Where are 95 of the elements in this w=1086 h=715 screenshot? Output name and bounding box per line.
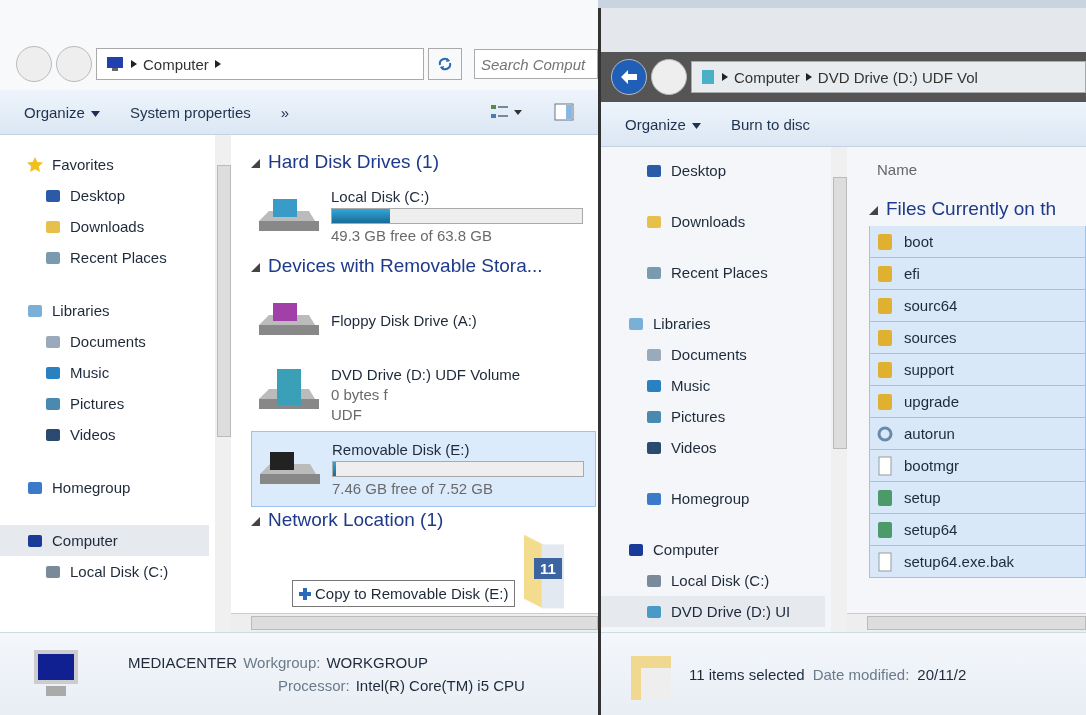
nav-item[interactable]: Local Disk (C:) [601,565,825,596]
group-header[interactable]: Devices with Removable Stora... [251,255,598,277]
file-row[interactable]: setup [869,482,1086,514]
nav-item[interactable]: Music [601,370,825,401]
breadcrumb[interactable]: DVD Drive (D:) UDF Vol [817,68,978,86]
breadcrumb[interactable]: Computer [143,55,209,73]
drive-detail: 7.46 GB free of 7.52 GB [332,480,494,497]
nav-item[interactable]: Libraries [0,295,209,326]
nav-item[interactable]: DVD Drive (D:) UI [601,596,825,627]
nav-item[interactable]: Favorites [0,149,209,180]
nav-item[interactable]: Videos [601,432,825,463]
nav-item[interactable]: Pictures [0,388,209,419]
scrollbar[interactable] [847,613,1086,632]
chevron-icon[interactable] [722,73,728,81]
plus-icon [299,587,311,600]
drive-name: Removable Disk (E:) [332,441,471,458]
column-header[interactable]: Name [877,161,1086,178]
address-bar[interactable]: Computer DVD Drive (D:) UDF Vol [691,61,1086,93]
scrollbar[interactable] [231,613,598,632]
computer-name: MEDIACENTER [128,654,238,671]
search-field[interactable]: Search Comput [474,49,598,79]
selection-count: 11 items selected [689,665,805,683]
scrollbar[interactable] [215,135,231,632]
nav-item[interactable]: Libraries [601,308,825,339]
breadcrumb[interactable]: Computer [734,68,800,86]
field-label: Date modified: [812,665,910,683]
star-icon [26,155,44,174]
forward-button[interactable] [651,59,687,95]
chevron-icon[interactable] [214,60,221,68]
chevron-icon[interactable] [131,60,137,68]
file-row[interactable]: efi [869,258,1086,290]
caret-icon [90,110,100,117]
group-header[interactable]: Files Currently on th [869,198,1086,220]
nav-item[interactable]: Homegroup [601,483,825,514]
drive-name: Floppy Disk Drive (A:) [331,311,477,329]
caret-icon [691,122,701,129]
field-label: Processor: [278,677,350,694]
file-row[interactable]: upgrade [869,386,1086,418]
nav-item[interactable]: Homegroup [0,472,209,503]
nav-item[interactable]: Pictures [601,401,825,432]
nav-item[interactable]: Videos [0,419,209,450]
drive-name: Local Disk (C:) [331,188,431,205]
nav-item[interactable]: Local Disk (C:) [0,556,209,587]
field-value: WORKGROUP [326,654,429,671]
chevron-icon[interactable] [805,73,812,81]
toolbar-button[interactable]: Organize [24,103,100,121]
file-row[interactable]: bootmgr [869,450,1086,482]
nav-item[interactable]: Desktop [601,155,825,186]
view-options-icon[interactable] [490,103,524,121]
collapse-triangle-icon [869,206,878,215]
nav-item[interactable]: Music [0,357,209,388]
nav-item[interactable]: Downloads [601,206,825,237]
drive-tile[interactable]: DVD Drive (D:) UDF Volume 0 bytes f UDF [251,357,596,431]
toolbar-button[interactable]: Organize [625,115,701,133]
drive-detail: 49.3 GB free of 63.8 GB [331,227,493,244]
collapse-triangle-icon [251,159,260,168]
nav-item[interactable]: Recent Places [0,242,209,273]
scrollbar[interactable] [831,147,847,632]
file-row[interactable]: boot [869,226,1086,258]
file-row[interactable]: sources [869,322,1086,354]
back-arrow-icon [621,70,637,84]
address-bar[interactable]: Computer [96,48,424,80]
collapse-triangle-icon [251,263,260,272]
field-value: 20/11/2 [917,665,967,683]
drive-detail: 0 bytes f [331,385,389,403]
drag-tooltip: Copy to Removable Disk (E:) [292,580,516,607]
file-row[interactable]: setup64 [869,514,1086,546]
drive-tile[interactable]: Removable Disk (E:) 7.46 GB free of 7.52 GB [251,431,596,507]
nav-item[interactable]: Downloads [0,211,209,242]
toolbar-button[interactable]: Burn to disc [730,115,811,133]
field-value: Intel(R) Core(TM) i5 CPU [355,677,525,694]
group-header[interactable]: Network Location (1) [251,509,598,531]
file-row[interactable]: autorun [869,418,1086,450]
collapse-triangle-icon [251,517,260,526]
nav-item[interactable]: Documents [0,326,209,357]
toolbar-button[interactable]: » [280,103,290,121]
drive-detail: UDF [331,405,363,423]
item-count-badge: 11 [534,558,562,579]
toolbar-button[interactable]: System properties [129,103,251,121]
drive-tile[interactable]: Local Disk (C:) 49.3 GB free of 63.8 GB [251,179,596,253]
nav-item[interactable]: Computer [0,525,209,556]
nav-item[interactable]: Desktop [0,180,209,211]
refresh-button[interactable] [428,48,462,80]
nav-item[interactable]: Recent Places [601,257,825,288]
field-label: Workgroup: [243,654,321,671]
file-row[interactable]: sourc64 [869,290,1086,322]
file-row[interactable]: support [869,354,1086,386]
refresh-icon [437,56,453,72]
nav-item[interactable]: Documents [601,339,825,370]
group-header[interactable]: Hard Disk Drives (1) [251,151,598,173]
drive-tile[interactable]: Floppy Disk Drive (A:) [251,283,596,357]
drive-name: DVD Drive (D:) UDF Volume [331,365,521,383]
back-button[interactable] [611,59,647,95]
file-row[interactable]: setup64.exe.bak [869,546,1086,578]
nav-item[interactable]: Computer [601,534,825,565]
